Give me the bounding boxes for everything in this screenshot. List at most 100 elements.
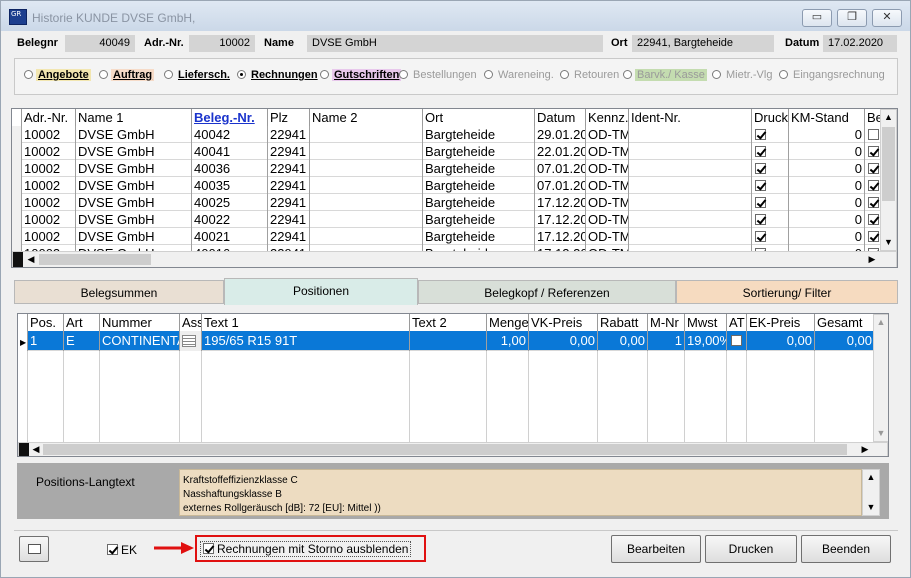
- storno-toggle[interactable]: Rechnungen mit Storno ausblenden: [200, 541, 412, 557]
- positions-hscrollbar[interactable]: ◀ ▶: [18, 442, 888, 456]
- docs-vscrollbar[interactable]: ▲ ▼: [880, 109, 897, 251]
- column-header[interactable]: Name 2: [310, 109, 423, 126]
- radio-dot[interactable]: [779, 70, 788, 79]
- checkbox[interactable]: [868, 197, 879, 208]
- radio-dot[interactable]: [560, 70, 569, 79]
- radio-dot[interactable]: [24, 70, 33, 79]
- scroll-thumb[interactable]: [39, 254, 151, 265]
- close-icon[interactable]: ✕: [872, 9, 902, 27]
- langtext-scrollbar[interactable]: ▲ ▼: [862, 469, 880, 516]
- minimize-icon[interactable]: ▭: [802, 9, 832, 27]
- column-header[interactable]: Rabatt: [598, 314, 648, 331]
- scroll-right-icon[interactable]: ▶: [865, 252, 879, 267]
- checkbox[interactable]: [868, 214, 879, 225]
- column-header[interactable]: Text 1: [202, 314, 410, 331]
- edit-button[interactable]: Bearbeiten: [611, 535, 701, 563]
- checkbox[interactable]: [868, 129, 879, 140]
- positions-vscrollbar[interactable]: ▲ ▼: [873, 314, 888, 442]
- column-header[interactable]: Plz: [268, 109, 310, 126]
- tab-positionen[interactable]: Positionen: [224, 278, 418, 305]
- table-row[interactable]: 10002 DVSE GmbH 40035 22941 Bargteheide 07.01…: [12, 177, 882, 194]
- langtext-area[interactable]: Kraftstoffeffizienzklasse C Nasshaftungs…: [179, 469, 862, 516]
- view-button[interactable]: [19, 536, 49, 562]
- tab-belegkopf-referenzen[interactable]: Belegkopf / Referenzen: [418, 280, 676, 304]
- scroll-right-icon[interactable]: ▶: [859, 442, 871, 456]
- checkbox[interactable]: [868, 231, 879, 242]
- scroll-up-icon[interactable]: ▲: [881, 110, 896, 125]
- column-header[interactable]: VK-Preis: [529, 314, 598, 331]
- scroll-down-icon[interactable]: ▼: [874, 426, 888, 441]
- docs-hscrollbar[interactable]: ◀ ▶: [12, 251, 897, 267]
- table-row[interactable]: ▶1ECONTINENTAL195/65 R15 91T1,000,000,00…: [18, 331, 875, 351]
- maximize-icon[interactable]: ❐: [837, 9, 867, 27]
- scroll-thumb[interactable]: [43, 444, 847, 455]
- checkbox[interactable]: [755, 214, 766, 225]
- radio-rechnungen[interactable]: Rechnungen: [237, 67, 320, 83]
- checkbox[interactable]: [755, 146, 766, 157]
- column-header[interactable]: Text 2: [410, 314, 487, 331]
- scroll-down-icon[interactable]: ▼: [881, 235, 896, 250]
- storno-checkbox[interactable]: [203, 543, 214, 554]
- table-row[interactable]: 10002 DVSE GmbH 40041 22941 Bargteheide 22.01…: [12, 143, 882, 160]
- column-header[interactable]: Mwst: [685, 314, 727, 331]
- ek-toggle[interactable]: EK: [107, 543, 137, 557]
- column-header[interactable]: Gesamt: [815, 314, 875, 331]
- radio-auftrag[interactable]: Auftrag: [99, 67, 155, 83]
- radio-dot[interactable]: [712, 70, 721, 79]
- scroll-down-icon[interactable]: ▼: [863, 500, 879, 515]
- column-header[interactable]: Pos.: [28, 314, 64, 331]
- radio-liefersch[interactable]: Liefersch.: [164, 67, 232, 83]
- checkbox[interactable]: [731, 335, 742, 346]
- scroll-thumb[interactable]: [882, 127, 895, 201]
- column-header[interactable]: Datum: [535, 109, 586, 126]
- table-row[interactable]: 10002 DVSE GmbH 40022 22941 Bargteheide 17.12…: [12, 211, 882, 228]
- table-row[interactable]: 10002 DVSE GmbH 40036 22941 Bargteheide 07.01…: [12, 160, 882, 177]
- radio-dot[interactable]: [484, 70, 493, 79]
- column-header[interactable]: Druck: [752, 109, 789, 126]
- tab-belegsummen[interactable]: Belegsummen: [14, 280, 224, 304]
- column-header[interactable]: KM-Stand: [789, 109, 865, 126]
- radio-dot[interactable]: [164, 70, 173, 79]
- checkbox[interactable]: [755, 197, 766, 208]
- checkbox[interactable]: [755, 231, 766, 242]
- scroll-left-icon[interactable]: ◀: [24, 252, 38, 267]
- checkbox[interactable]: [868, 146, 879, 157]
- column-header[interactable]: Beleg.-Nr.: [192, 109, 268, 126]
- checkbox[interactable]: [755, 180, 766, 191]
- column-header[interactable]: Ass: [180, 314, 202, 331]
- table-row[interactable]: 10002 DVSE GmbH 40025 22941 Bargteheide 17.12…: [12, 194, 882, 211]
- radio-dot[interactable]: [623, 70, 632, 79]
- column-header[interactable]: Name 1: [76, 109, 192, 126]
- checkbox[interactable]: [755, 163, 766, 174]
- print-button[interactable]: Drucken: [705, 535, 797, 563]
- column-header[interactable]: Nummer: [100, 314, 180, 331]
- close-button[interactable]: Beenden: [801, 535, 891, 563]
- column-header[interactable]: Adr.-Nr.: [22, 109, 76, 126]
- checkbox[interactable]: [868, 180, 879, 191]
- table-row[interactable]: 10002 DVSE GmbH 40021 22941 Bargteheide 17.12…: [12, 228, 882, 245]
- scroll-up-icon[interactable]: ▲: [874, 315, 888, 330]
- radio-dot[interactable]: [320, 70, 329, 79]
- scroll-up-icon[interactable]: ▲: [863, 470, 879, 485]
- lines-icon[interactable]: [182, 335, 196, 347]
- scroll-left-icon[interactable]: ◀: [30, 442, 42, 456]
- column-header[interactable]: EK-Preis: [747, 314, 815, 331]
- column-header[interactable]: M-Nr: [648, 314, 685, 331]
- radio-dot[interactable]: [99, 70, 108, 79]
- radio-angebote[interactable]: Angebote: [24, 67, 91, 83]
- checkbox[interactable]: [755, 129, 766, 140]
- documents-grid[interactable]: Adr.-Nr. Name 1 Beleg.-Nr. Plz Name 2 Ort Datu…: [11, 108, 898, 268]
- tab-sortierung-filter[interactable]: Sortierung/ Filter: [676, 280, 898, 304]
- radio-dot[interactable]: [237, 70, 246, 79]
- checkbox[interactable]: [868, 163, 879, 174]
- column-header[interactable]: Ident-Nr.: [629, 109, 752, 126]
- column-header[interactable]: Menge: [487, 314, 529, 331]
- column-header[interactable]: AT: [727, 314, 747, 331]
- column-header[interactable]: Ort: [423, 109, 535, 126]
- ek-checkbox[interactable]: [107, 544, 118, 555]
- column-header[interactable]: Kennz.: [586, 109, 629, 126]
- radio-dot[interactable]: [399, 70, 408, 79]
- table-row[interactable]: 10002 DVSE GmbH 40042 22941 Bargteheide 29.01…: [12, 126, 882, 143]
- radio-gutschriften[interactable]: Gutschriften: [320, 67, 402, 83]
- column-header[interactable]: Art: [64, 314, 100, 331]
